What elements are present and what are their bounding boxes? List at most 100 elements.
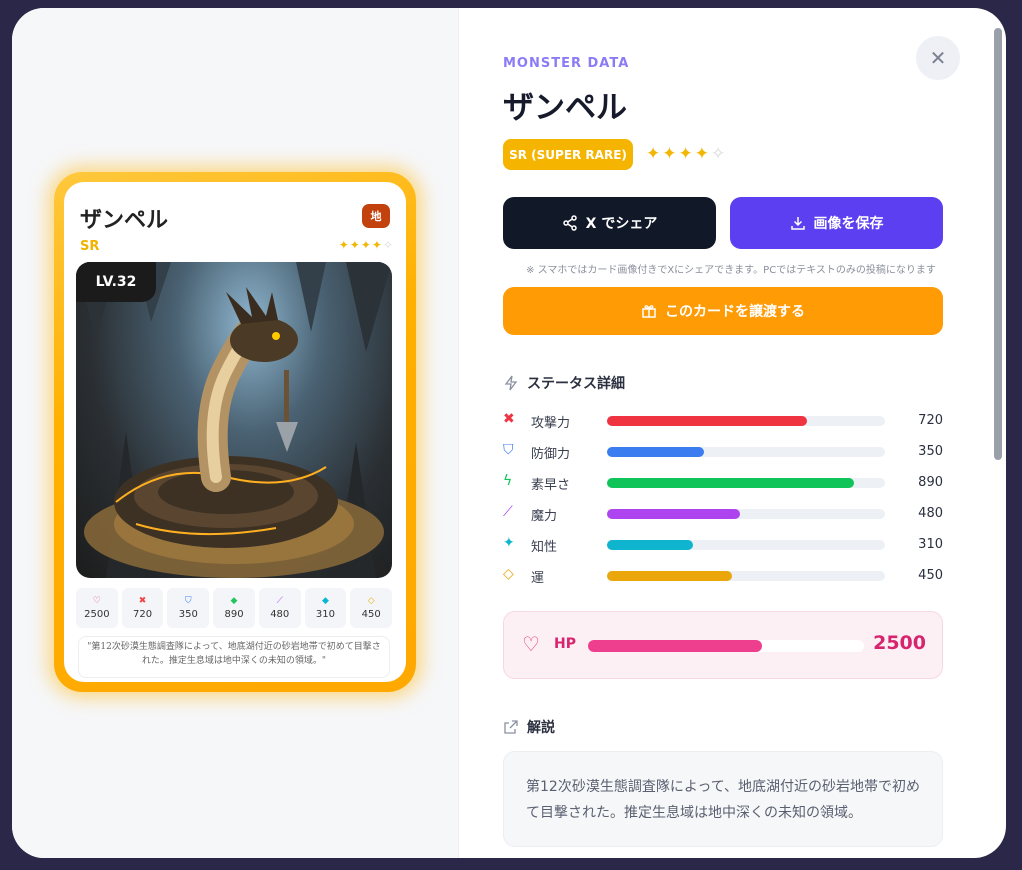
stat-name: 運 <box>531 571 545 586</box>
monster-detail-modal: ザンペル 地 SR ✦✦✦✦✧ LV.32 ♡ 2500 ✖ 720 ⛉ 350… <box>12 8 1006 858</box>
sparkle-icon: ✦ <box>503 535 515 551</box>
stat-value: 450 <box>918 568 943 583</box>
level-badge: LV.32 <box>76 262 156 302</box>
stat-name: 知性 <box>531 540 558 555</box>
wand-icon: ⟋ <box>503 504 513 520</box>
bolt-icon: ◆ <box>230 596 238 606</box>
monster-card: ザンペル 地 SR ✦✦✦✦✧ LV.32 ♡ 2500 ✖ 720 ⛉ 350… <box>54 172 416 692</box>
card-stars-filled: ✦✦✦✦ <box>338 238 383 252</box>
download-icon <box>790 217 805 230</box>
stat-row: ✦ 知性 310 <box>503 535 943 555</box>
wand-icon: ⟋ <box>276 596 283 606</box>
stat-row: ✖ 攻撃力 720 <box>503 411 943 431</box>
monster-title: ザンペル <box>503 90 627 126</box>
card-stars: ✦✦✦✦✧ <box>339 238 394 252</box>
stat-bar-fill <box>607 540 694 550</box>
diamond-icon: ◇ <box>503 566 514 582</box>
stat-bar-track <box>607 447 885 457</box>
card-stat-value: 720 <box>133 609 153 620</box>
stat-bar-fill <box>607 509 741 519</box>
gift-icon <box>642 305 656 318</box>
card-stat-value: 310 <box>315 609 335 620</box>
transfer-label: このカードを譲渡する <box>665 304 805 320</box>
stat-name: 魔力 <box>531 509 558 524</box>
stat-value: 350 <box>918 444 943 459</box>
stat-name: 防御力 <box>531 447 571 462</box>
stat-bar-track <box>607 478 885 488</box>
star-rating-empty: ✧ <box>710 144 728 164</box>
serpent-illustration <box>76 262 392 578</box>
card-stat-6: ◇ 450 <box>350 588 393 628</box>
card-stat-3: ◆ 890 <box>213 588 255 628</box>
stat-bar-fill <box>607 447 705 457</box>
scrollbar[interactable] <box>994 28 1002 460</box>
stat-bar-fill <box>607 571 733 581</box>
card-description: "第12次砂漠生態調査隊によって、地底湖付近の砂岩地帯で初めて目撃された。推定生… <box>78 636 390 678</box>
heart-icon: ♡ <box>92 596 101 606</box>
stat-name: 攻撃力 <box>531 416 571 431</box>
stat-value: 720 <box>918 413 943 428</box>
card-preview-pane: ザンペル 地 SR ✦✦✦✦✧ LV.32 ♡ 2500 ✖ 720 ⛉ 350… <box>12 8 459 858</box>
card-stat-value: 480 <box>270 609 290 620</box>
stat-bar-track <box>607 540 885 550</box>
external-link-icon <box>504 720 518 734</box>
save-image-button[interactable]: 画像を保存 <box>730 197 943 249</box>
card-name: ザンペル <box>80 208 169 233</box>
status-heading: ステータス詳細 <box>503 373 625 393</box>
hp-value: 2500 <box>873 632 926 654</box>
description-heading: 解説 <box>503 717 555 737</box>
hp-panel: ♡ HP 2500 <box>503 611 943 679</box>
card-stat-0: ♡ 2500 <box>76 588 118 628</box>
card-stat-value: 890 <box>224 609 244 620</box>
stat-value: 890 <box>918 475 943 490</box>
star-rating-filled: ✦✦✦✦ <box>646 144 711 164</box>
hp-label: HP <box>554 636 576 652</box>
description-box: 第12次砂漠生態調査隊によって、地底湖付近の砂岩地帯で初めて目撃された。推定生息… <box>503 751 943 847</box>
stat-value: 310 <box>918 537 943 552</box>
card-stat-value: 450 <box>361 609 381 620</box>
share-label: X でシェア <box>585 216 658 232</box>
stat-bar-fill <box>607 416 808 426</box>
diamond-icon: ◇ <box>367 596 375 606</box>
sword-icon: ✖ <box>503 411 515 427</box>
bolt-icon: ϟ <box>503 473 513 489</box>
card-stat-value: 350 <box>178 609 198 620</box>
status-heading-label: ステータス詳細 <box>527 376 625 392</box>
shield-icon: ⛉ <box>503 442 514 458</box>
stat-row: ⟋ 魔力 480 <box>503 504 943 524</box>
stat-bar-track <box>607 416 885 426</box>
monster-card-inner: ザンペル 地 SR ✦✦✦✦✧ LV.32 ♡ 2500 ✖ 720 ⛉ 350… <box>64 182 406 682</box>
heart-icon: ♡ <box>522 632 540 656</box>
card-rarity: SR <box>80 239 100 254</box>
card-stat-1: ✖ 720 <box>121 588 164 628</box>
stat-name: 素早さ <box>531 478 571 493</box>
card-stars-empty: ✧ <box>382 238 394 252</box>
stat-row: ⛉ 防御力 350 <box>503 442 943 462</box>
stat-bar-fill <box>607 478 855 488</box>
transfer-card-button[interactable]: このカードを譲渡する <box>503 287 943 335</box>
stat-bar-track <box>607 571 885 581</box>
close-button[interactable]: ✕ <box>916 36 960 80</box>
stat-row: ◇ 運 450 <box>503 566 943 586</box>
share-icon <box>562 215 577 231</box>
bolt-icon <box>504 375 518 391</box>
share-x-button[interactable]: X でシェア <box>503 197 716 249</box>
sword-icon: ✖ <box>138 596 147 606</box>
card-stat-2: ⛉ 350 <box>167 588 210 628</box>
section-eyebrow: MONSTER DATA <box>503 56 630 71</box>
sparkle-icon: ◆ <box>321 596 329 606</box>
hp-bar-track <box>588 640 864 652</box>
stat-value: 480 <box>918 506 943 521</box>
rarity-badge: SR (SUPER RARE) <box>503 139 633 170</box>
star-rating: ✦✦✦✦✧ <box>646 144 727 164</box>
element-badge: 地 <box>362 204 390 228</box>
card-stat-4: ⟋ 480 <box>258 588 301 628</box>
monster-artwork: LV.32 <box>76 262 392 578</box>
card-stat-5: ◆ 310 <box>304 588 347 628</box>
shield-icon: ⛉ <box>184 596 192 606</box>
stat-bar-track <box>607 509 885 519</box>
card-stats-row: ♡ 2500 ✖ 720 ⛉ 350 ◆ 890 ⟋ 480 ◆ 310 ◇ 450 <box>76 588 393 628</box>
hp-bar-fill <box>588 640 762 652</box>
card-stat-value: 2500 <box>84 609 110 620</box>
description-heading-label: 解説 <box>527 720 555 736</box>
